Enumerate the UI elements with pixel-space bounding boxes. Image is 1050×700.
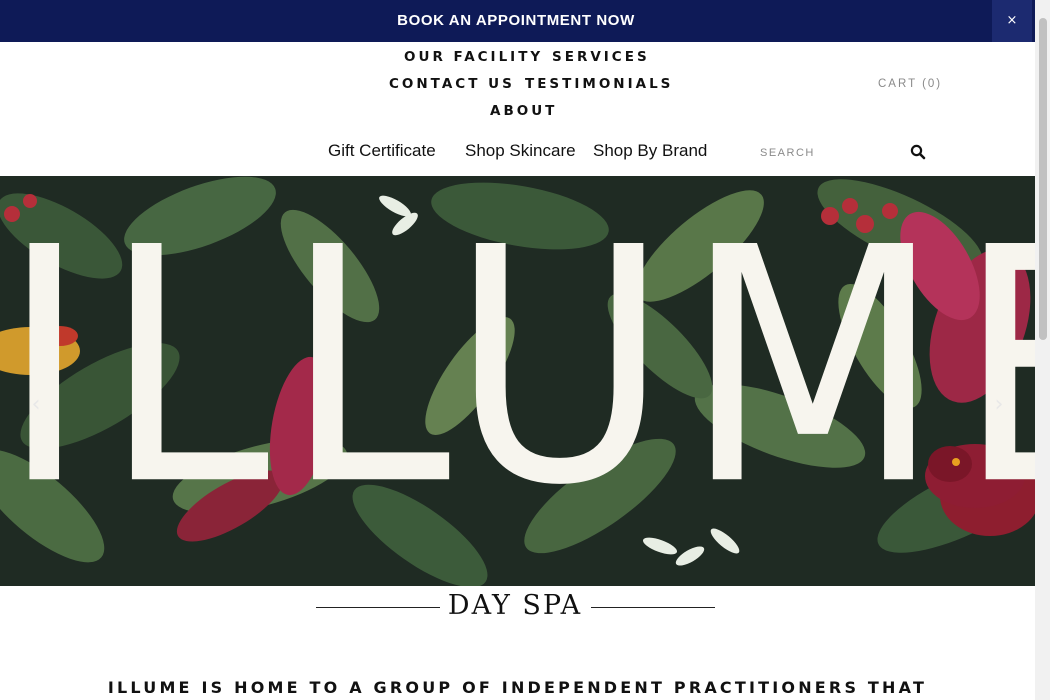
day-spa-text: DAY SPA xyxy=(447,590,583,621)
search-icon[interactable] xyxy=(910,144,926,160)
cart-link[interactable]: CART (0) xyxy=(878,78,942,90)
chevron-right-icon[interactable]: › xyxy=(989,390,1009,420)
page-scrollbar[interactable] xyxy=(1035,0,1050,700)
main-navigation: OUR FACILITY SERVICES CONTACT US TESTIMO… xyxy=(0,42,1035,176)
divider xyxy=(591,607,715,608)
chevron-left-icon[interactable]: ‹ xyxy=(26,390,46,420)
search-input[interactable] xyxy=(760,143,900,163)
shop-nav-shop-skincare[interactable]: Shop Skincare xyxy=(465,141,576,161)
intro-heading: ILLUME IS HOME TO A GROUP OF INDEPENDENT… xyxy=(107,678,928,697)
divider xyxy=(316,607,440,608)
nav-item-about[interactable]: ABOUT xyxy=(490,103,557,119)
announcement-bar[interactable]: BOOK AN APPOINTMENT NOW × xyxy=(0,0,1050,42)
scrollbar-thumb[interactable] xyxy=(1039,18,1047,340)
shop-nav-shop-by-brand[interactable]: Shop By Brand xyxy=(593,141,707,161)
book-appointment-link[interactable]: BOOK AN APPOINTMENT NOW xyxy=(0,0,1032,42)
nav-item-testimonials[interactable]: TESTIMONIALS xyxy=(525,76,673,92)
shop-nav-gift-certificate[interactable]: Gift Certificate xyxy=(328,141,436,161)
nav-item-services[interactable]: SERVICES xyxy=(552,49,650,65)
nav-item-our-facility[interactable]: OUR FACILITY xyxy=(404,49,543,65)
close-icon[interactable]: × xyxy=(992,0,1032,42)
hero-title: ILLUME xyxy=(0,179,1035,556)
day-spa-subtitle: DAY SPA xyxy=(0,586,1035,636)
nav-item-contact-us[interactable]: CONTACT US xyxy=(389,76,515,92)
hero-slideshow[interactable]: ILLUME ‹ › xyxy=(0,176,1035,586)
